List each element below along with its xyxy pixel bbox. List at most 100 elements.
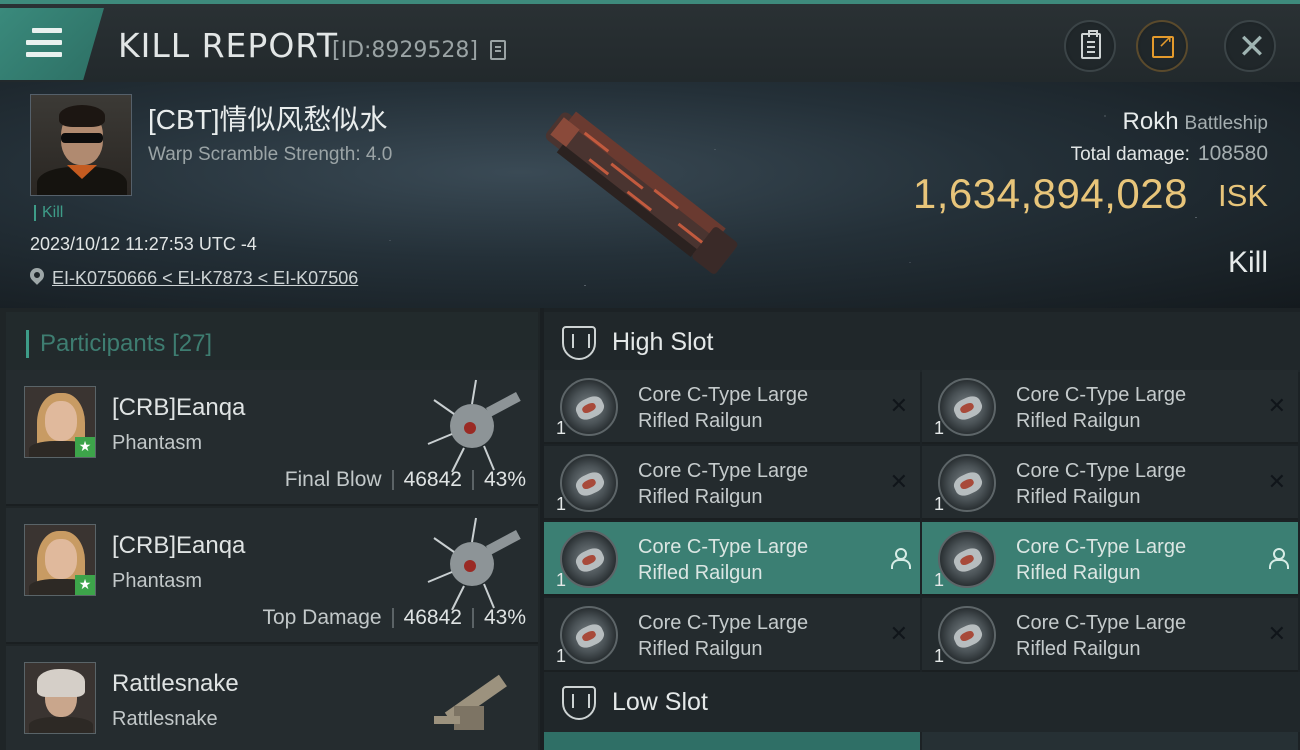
- module-quantity: 1: [556, 570, 567, 590]
- module-quantity: 1: [934, 646, 945, 666]
- victim-name: [CBT]情似风愁似水: [148, 104, 388, 135]
- menu-icon: [26, 28, 62, 58]
- module-name: Core C-Type Large Rifled Railgun: [1016, 536, 1187, 584]
- module-name: Core C-Type Large Rifled Railgun: [638, 460, 809, 508]
- fitting-panel: High Slot 1 Core C-Type Large Rifled Rail…: [544, 308, 1300, 750]
- x-icon: ✕: [1267, 470, 1286, 495]
- module-quantity: 1: [556, 494, 567, 514]
- railgun-icon: [560, 530, 618, 588]
- total-damage-label: Total damage:: [1070, 144, 1190, 165]
- participant-stats: Top Damage 46842 43%: [262, 606, 526, 630]
- close-icon: ✕: [1237, 27, 1267, 67]
- module-name: Core C-Type Large Rifled Railgun: [1016, 384, 1187, 432]
- participant-role: Final Blow: [284, 468, 382, 491]
- participant-percent: 43%: [483, 606, 526, 629]
- participant-ship: Phantasm: [112, 432, 203, 454]
- close-button[interactable]: ✕: [1224, 20, 1276, 72]
- ship-icon: [434, 674, 507, 730]
- ship-render: [545, 111, 738, 274]
- low-slot-label: Low Slot: [612, 688, 708, 716]
- avatar: ★: [24, 386, 96, 458]
- high-slot-label: High Slot: [612, 328, 714, 356]
- railgun-icon: [560, 454, 618, 512]
- module-item[interactable]: 1 Core C-Type Large Rifled Railgun ✕: [544, 446, 920, 520]
- clipboard-button[interactable]: [1064, 20, 1116, 72]
- participant-damage: 46842: [403, 468, 462, 491]
- ship-icon: [427, 517, 521, 611]
- railgun-icon: [560, 378, 618, 436]
- module-item[interactable]: 1 Core C-Type Large Rifled Railgun ✕: [544, 370, 920, 444]
- person-icon: [890, 548, 911, 569]
- isk-value: 1,634,894,028: [912, 170, 1188, 217]
- railgun-icon: [938, 454, 996, 512]
- module-item[interactable]: 1 Core C-Type Large Rifled Railgun ✕: [922, 446, 1298, 520]
- railgun-icon: [938, 530, 996, 588]
- avatar: [24, 662, 96, 734]
- copy-icon[interactable]: [490, 40, 506, 60]
- module-item[interactable]: 1 Core C-Type Large Rifled Railgun ✕: [544, 598, 920, 672]
- participant-ship: Rattlesnake: [112, 708, 218, 730]
- module-name: Core C-Type Large Rifled Railgun: [638, 384, 809, 432]
- location-link[interactable]: EI-K0750666 < EI-K7873 < EI-K07506: [52, 268, 358, 289]
- participant-ship: Phantasm: [112, 570, 203, 592]
- ship-class: Battleship: [1184, 113, 1268, 134]
- victim-panel: [CBT]情似风愁似水 Warp Scramble Strength: 4.0 …: [0, 82, 1300, 308]
- x-icon: ✕: [889, 394, 908, 419]
- participant-percent: 43%: [483, 468, 526, 491]
- low-slot-module-partial[interactable]: [544, 732, 920, 750]
- star-icon: ★: [75, 437, 95, 457]
- participant-stats: Final Blow 46842 43%: [285, 468, 526, 492]
- module-quantity: 1: [556, 646, 567, 666]
- module-item[interactable]: 1 Core C-Type Large Rifled Railgun ✕: [922, 598, 1298, 672]
- module-name: Core C-Type Large Rifled Railgun: [638, 536, 809, 584]
- module-name: Core C-Type Large Rifled Railgun: [1016, 612, 1187, 660]
- railgun-icon: [938, 378, 996, 436]
- ship-icon: [427, 379, 521, 473]
- participants-count: [27]: [172, 330, 213, 357]
- victim-avatar[interactable]: [30, 94, 132, 196]
- share-button[interactable]: [1136, 20, 1188, 72]
- participants-label: Participants: [40, 330, 166, 357]
- participant-row[interactable]: ★ [CRB]Eanqa Phantasm Final Blow 46842 43%: [6, 370, 538, 506]
- page-title: KILL REPORT: [118, 26, 338, 65]
- share-icon: [1152, 31, 1174, 58]
- shield-slot-icon: [562, 686, 596, 720]
- victim-ship: Rokh Battleship: [1123, 108, 1268, 136]
- low-slot-header: Low Slot: [544, 672, 1300, 732]
- module-quantity: 1: [934, 418, 945, 438]
- module-quantity: 1: [934, 494, 945, 514]
- warp-scramble-strength: Warp Scramble Strength: 4.0: [148, 144, 393, 165]
- participant-damage: 46842: [403, 606, 462, 629]
- module-item[interactable]: 1 Core C-Type Large Rifled Railgun: [922, 522, 1298, 596]
- result-label: Kill: [1227, 246, 1268, 279]
- avatar: ★: [24, 524, 96, 596]
- participants-panel: Participants [27] ★ [CRB]Eanqa Phantasm …: [0, 308, 540, 750]
- railgun-icon: [938, 606, 996, 664]
- x-icon: ✕: [889, 470, 908, 495]
- module-name: Core C-Type Large Rifled Railgun: [638, 612, 809, 660]
- participant-name: [CRB]Eanqa: [112, 394, 246, 421]
- module-quantity: 1: [934, 570, 945, 590]
- top-bar: KILL REPORT [ID:8929528] ✕: [0, 0, 1300, 82]
- x-icon: ✕: [1267, 394, 1286, 419]
- module-item[interactable]: 1 Core C-Type Large Rifled Railgun: [544, 522, 920, 596]
- star-icon: ★: [75, 575, 95, 595]
- menu-button[interactable]: [0, 8, 104, 80]
- participants-header[interactable]: Participants [27]: [6, 312, 538, 374]
- participant-row[interactable]: Rattlesnake Rattlesnake: [6, 646, 538, 750]
- clipboard-icon: [1081, 30, 1101, 59]
- high-slot-header: High Slot: [544, 312, 1300, 372]
- ship-name: Rokh: [1122, 108, 1179, 135]
- x-icon: ✕: [1267, 622, 1286, 647]
- module-name: Core C-Type Large Rifled Railgun: [1016, 460, 1187, 508]
- kill-tag: Kill: [34, 205, 63, 221]
- module-item[interactable]: 1 Core C-Type Large Rifled Railgun ✕: [922, 370, 1298, 444]
- participant-role: Top Damage: [262, 606, 382, 629]
- low-slot-module-partial[interactable]: [922, 732, 1298, 750]
- participant-name: Rattlesnake: [112, 670, 239, 697]
- participant-name: [CRB]Eanqa: [112, 532, 246, 559]
- person-icon: [1268, 548, 1289, 569]
- shield-slot-icon: [562, 326, 596, 360]
- kill-timestamp: 2023/10/12 11:27:53 UTC -4: [30, 234, 257, 254]
- participant-row[interactable]: ★ [CRB]Eanqa Phantasm Top Damage 46842 43%: [6, 508, 538, 644]
